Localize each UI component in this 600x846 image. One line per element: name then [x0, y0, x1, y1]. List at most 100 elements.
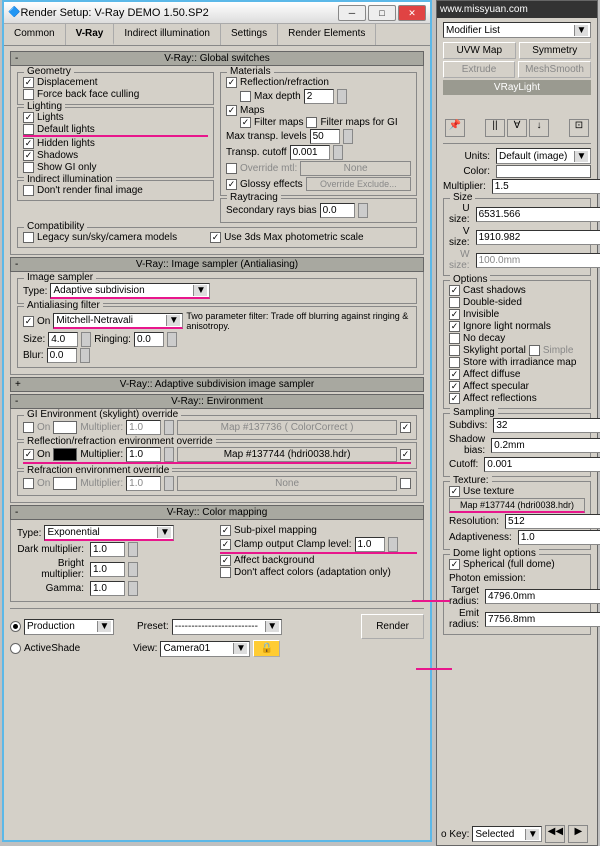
gi-spinner[interactable]: [164, 420, 174, 435]
rr-color-swatch[interactable]: [53, 448, 77, 461]
modifier-selected[interactable]: VRayLight: [443, 80, 591, 95]
cl-spinner[interactable]: [388, 537, 398, 552]
bright-mult-input[interactable]: [90, 562, 125, 577]
cutoff-input[interactable]: [484, 457, 600, 472]
rf-color-swatch[interactable]: [53, 477, 77, 490]
default-lights-checkbox[interactable]: [23, 124, 34, 135]
displacement-checkbox[interactable]: [23, 77, 34, 88]
render-button[interactable]: Render: [361, 614, 424, 639]
preset-dropdown[interactable]: -------------------------▼: [172, 619, 282, 635]
extrude-button[interactable]: Extrude: [443, 61, 515, 78]
rollout-global-switches[interactable]: -V-Ray:: Global switches: [10, 51, 424, 66]
affect-diffuse-checkbox[interactable]: [449, 369, 460, 380]
shadows-checkbox[interactable]: [23, 150, 34, 161]
rf-mult-input[interactable]: [126, 476, 161, 491]
glossy-checkbox[interactable]: [226, 179, 237, 190]
pin-button[interactable]: 📌: [445, 119, 465, 137]
symmetry-button[interactable]: Symmetry: [519, 42, 592, 59]
stack-btn2[interactable]: ∀: [507, 119, 527, 137]
sampler-type-dropdown[interactable]: Adaptive subdivision▼: [50, 283, 210, 299]
rollout-image-sampler[interactable]: -V-Ray:: Image sampler (Antialiasing): [10, 257, 424, 272]
stack-btn3[interactable]: ↓: [529, 119, 549, 137]
double-sided-checkbox[interactable]: [449, 297, 460, 308]
activeshade-radio[interactable]: [10, 643, 21, 654]
max-transp-input[interactable]: [310, 129, 340, 144]
aa-size-input[interactable]: [48, 332, 78, 347]
key-next-button[interactable]: ▶: [568, 825, 588, 843]
rf-map-toggle[interactable]: [400, 478, 411, 489]
rr-map-toggle[interactable]: [400, 449, 411, 460]
dark-mult-input[interactable]: [90, 542, 125, 557]
resolution-input[interactable]: [505, 514, 600, 529]
irradiance-checkbox[interactable]: [449, 357, 460, 368]
color-swatch[interactable]: [496, 165, 591, 178]
blur-spinner[interactable]: [80, 348, 90, 363]
rr-spinner[interactable]: [164, 447, 174, 462]
clamp-checkbox[interactable]: [220, 539, 231, 550]
use-3ds-checkbox[interactable]: [210, 232, 221, 243]
emit-radius-input[interactable]: [485, 612, 600, 627]
gamma-input[interactable]: [90, 581, 125, 596]
bias-spinner[interactable]: [358, 203, 368, 218]
rf-on-checkbox[interactable]: [23, 478, 34, 489]
gi-map-toggle[interactable]: [400, 422, 411, 433]
rf-spinner[interactable]: [164, 476, 174, 491]
ring-spinner[interactable]: [167, 332, 177, 347]
force-back-face-checkbox[interactable]: [23, 89, 34, 100]
view-dropdown[interactable]: Camera01▼: [160, 641, 250, 657]
hidden-lights-checkbox[interactable]: [23, 138, 34, 149]
sub-pixel-checkbox[interactable]: [220, 525, 231, 536]
max-depth-input[interactable]: [304, 89, 334, 104]
lock-view-button[interactable]: 🔒: [253, 640, 279, 657]
stack-btn1[interactable]: ||: [485, 119, 505, 137]
no-decay-checkbox[interactable]: [449, 333, 460, 344]
key-dropdown[interactable]: Selected▼: [472, 826, 542, 842]
tab-render-elements[interactable]: Render Elements: [278, 24, 376, 45]
multiplier-input[interactable]: [492, 179, 600, 194]
rollout-adaptive-sub[interactable]: +V-Ray:: Adaptive subdivision image samp…: [10, 377, 424, 392]
rr-mult-input[interactable]: [126, 447, 161, 462]
tab-indirect[interactable]: Indirect illumination: [114, 24, 221, 45]
maps-checkbox[interactable]: [226, 105, 237, 116]
minimize-button[interactable]: ─: [338, 5, 366, 21]
filter-maps-checkbox[interactable]: [240, 117, 251, 128]
transp-spinner[interactable]: [343, 129, 353, 144]
rf-map-button[interactable]: None: [177, 476, 397, 491]
meshsmooth-button[interactable]: MeshSmooth: [518, 61, 591, 78]
use-texture-checkbox[interactable]: [449, 486, 460, 497]
cm-type-dropdown[interactable]: Exponential▼: [44, 525, 174, 541]
vsize-input[interactable]: [476, 230, 600, 245]
tab-settings[interactable]: Settings: [221, 24, 278, 45]
reflection-checkbox[interactable]: [226, 77, 237, 88]
override-mtl-checkbox[interactable]: [226, 163, 237, 174]
modifier-list-dropdown[interactable]: Modifier List▼: [443, 22, 591, 38]
rollout-color-mapping[interactable]: -V-Ray:: Color mapping: [10, 505, 424, 520]
gi-mult-input[interactable]: [126, 420, 161, 435]
texture-map-button[interactable]: Map #137744 (hdri0038.hdr): [449, 498, 585, 513]
invisible-checkbox[interactable]: [449, 309, 460, 320]
secondary-bias-input[interactable]: [320, 203, 355, 218]
legacy-checkbox[interactable]: [23, 232, 34, 243]
show-gi-checkbox[interactable]: [23, 162, 34, 173]
stack-btn4[interactable]: ⊡: [569, 119, 589, 137]
gi-map-button[interactable]: Map #137736 ( ColorCorrect ): [177, 420, 397, 435]
aa-filter-dropdown[interactable]: Mitchell-Netravali▼: [53, 313, 183, 329]
aa-ringing-input[interactable]: [134, 332, 164, 347]
dont-affect-checkbox[interactable]: [220, 567, 231, 578]
affect-bg-checkbox[interactable]: [220, 555, 231, 566]
dont-render-checkbox[interactable]: [23, 185, 34, 196]
transp-cutoff-input[interactable]: [290, 145, 330, 160]
clamp-level-input[interactable]: [355, 537, 385, 552]
units-dropdown[interactable]: Default (image)▼: [496, 148, 591, 164]
gm-spinner[interactable]: [128, 581, 138, 596]
dm-spinner[interactable]: [128, 542, 138, 557]
production-dropdown[interactable]: Production▼: [24, 619, 114, 635]
size-spinner[interactable]: [81, 332, 91, 347]
gi-color-swatch[interactable]: [53, 421, 77, 434]
cutoff-spinner[interactable]: [333, 145, 343, 160]
usize-input[interactable]: [476, 207, 600, 222]
aa-on-checkbox[interactable]: [23, 316, 34, 327]
lights-checkbox[interactable]: [23, 112, 34, 123]
tab-vray[interactable]: V-Ray: [66, 24, 115, 45]
gi-on-checkbox[interactable]: [23, 422, 34, 433]
